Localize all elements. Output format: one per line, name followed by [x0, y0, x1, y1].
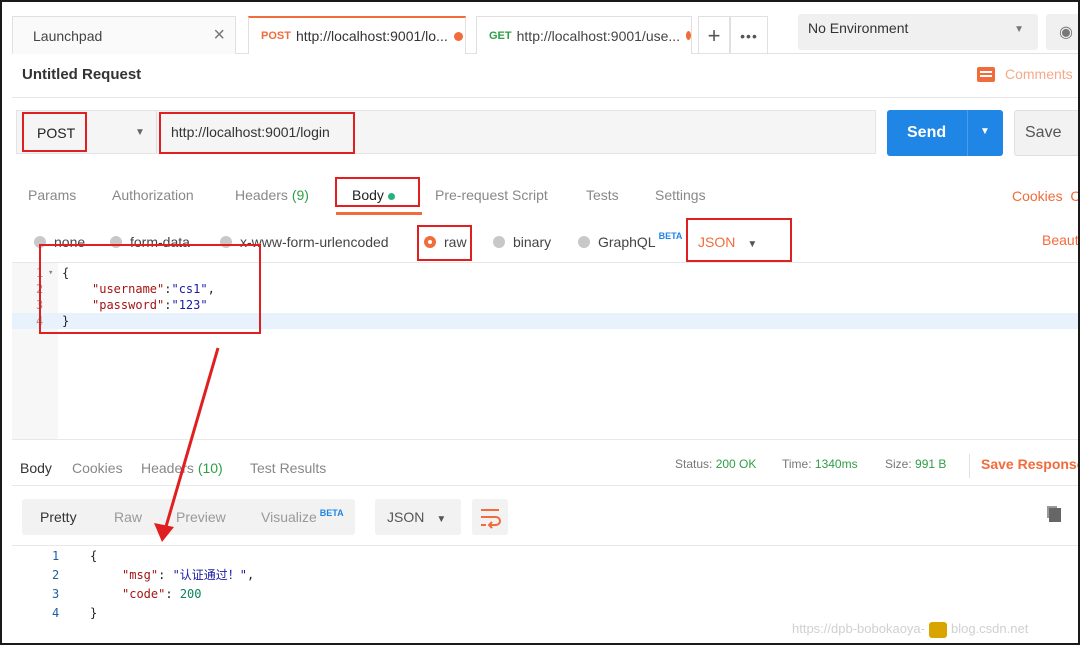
- postman-window: Launchpad × POST http://localhost:9001/l…: [0, 0, 1080, 645]
- annotation-arrow: [2, 2, 1080, 645]
